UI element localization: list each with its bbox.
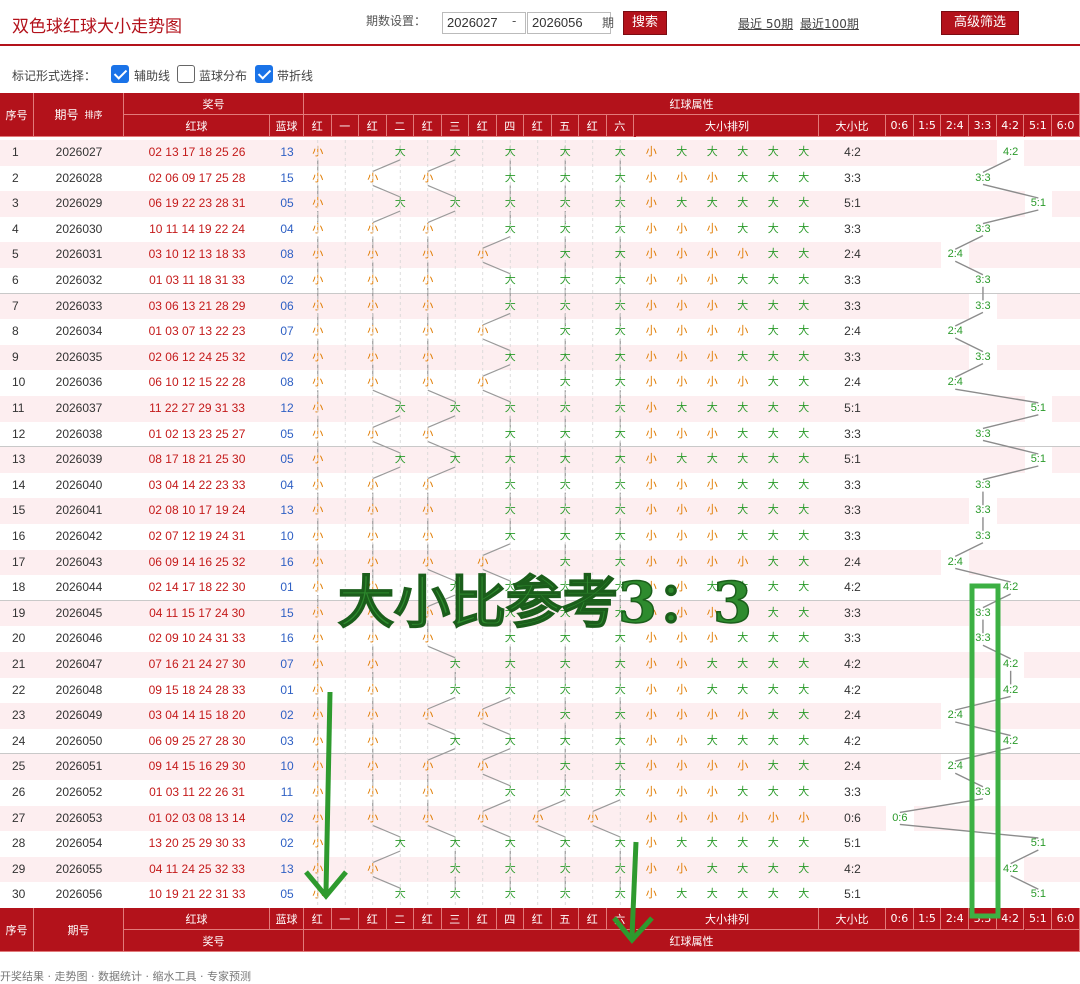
reference-ratio-annotation: 大小比参考3：3 [338, 570, 752, 636]
down-arrow-right [612, 841, 654, 944]
annotation-overlay: 大小比参考3：3 [304, 569, 1001, 944]
highlight-box [969, 583, 1001, 919]
down-arrow-left [304, 691, 348, 900]
footer-links: 开奖结果 · 走势图 · 数据统计 · 缩水工具 · 专家预测 [0, 970, 251, 983]
